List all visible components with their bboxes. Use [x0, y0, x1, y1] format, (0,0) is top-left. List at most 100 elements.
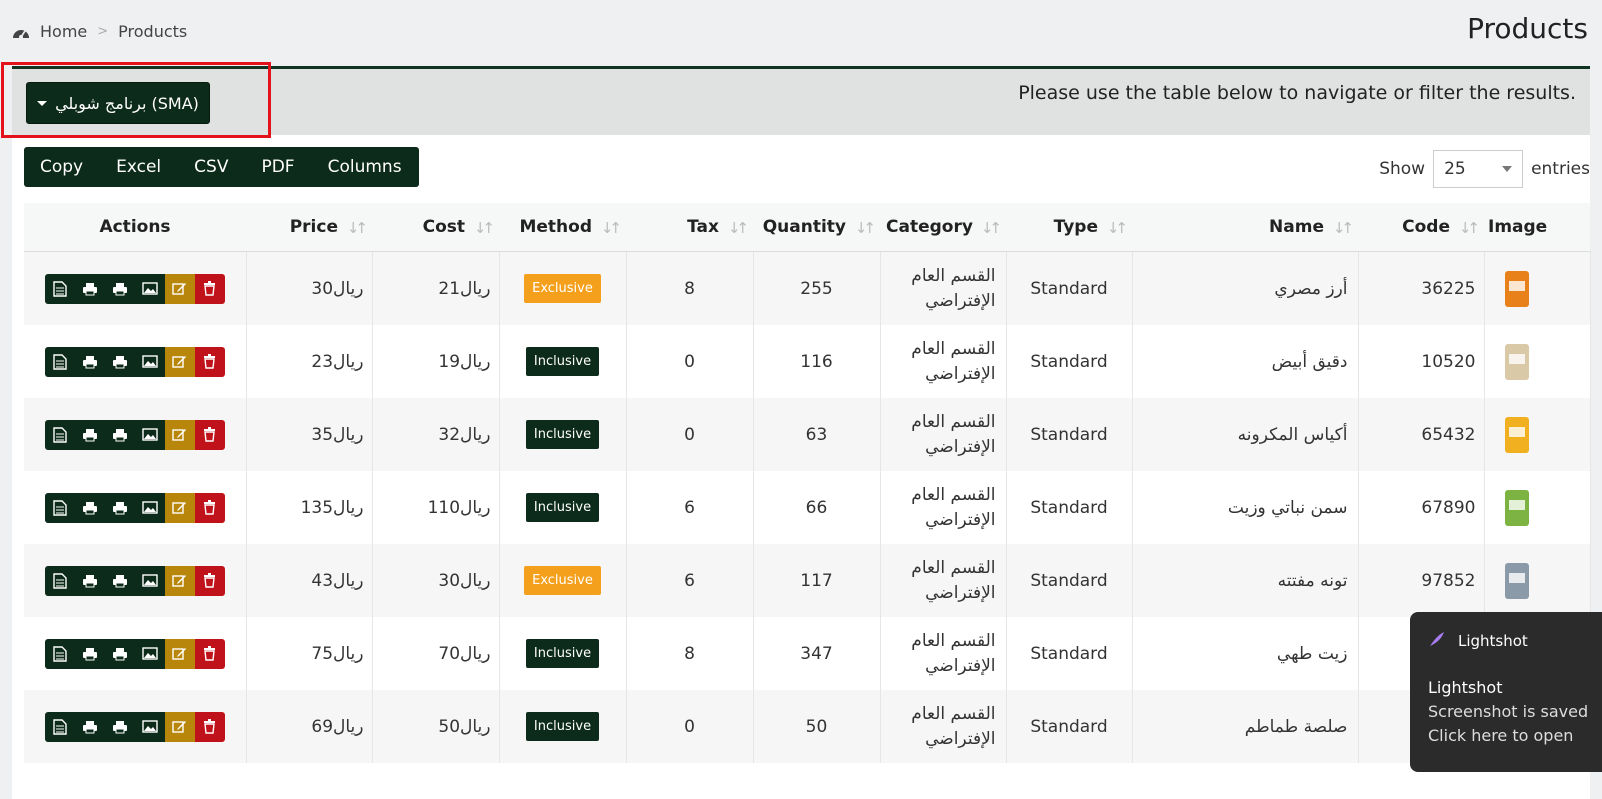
print-label-icon[interactable] — [104, 638, 135, 669]
print-label-icon[interactable] — [104, 346, 135, 377]
delete-icon[interactable] — [194, 638, 225, 669]
table-row[interactable]: 30ريال 21ريال Exclusive 8 255 القسم العا… — [24, 251, 1591, 325]
cost-cell: 21ريال — [372, 251, 500, 325]
lightshot-notification[interactable]: Lightshot Lightshot Screenshot is saved … — [1410, 612, 1602, 772]
print-barcode-icon[interactable] — [74, 638, 105, 669]
top-bar: Home > Products Products — [0, 0, 1602, 66]
tax-cell: 0 — [626, 690, 754, 763]
type-cell: Standard — [1006, 544, 1133, 617]
print-barcode-icon[interactable] — [74, 492, 105, 523]
table-row[interactable]: 135ريال 110ريال Inclusive 6 66 القسم الع… — [24, 471, 1591, 544]
sort-icon: ↓↑ — [980, 219, 1002, 237]
table-row[interactable]: 35ريال 32ريال Inclusive 0 63 القسم العام… — [24, 398, 1591, 471]
print-label-icon[interactable] — [104, 492, 135, 523]
col-code[interactable]: Code ↓↑ — [1358, 203, 1484, 252]
copy-button[interactable]: Copy — [24, 147, 100, 187]
details-icon[interactable] — [44, 273, 75, 304]
edit-icon[interactable] — [164, 565, 195, 596]
method-badge: Inclusive — [525, 420, 600, 449]
print-barcode-icon[interactable] — [74, 711, 105, 742]
delete-icon[interactable] — [194, 565, 225, 596]
page-length-select[interactable]: 25 — [1433, 150, 1524, 188]
edit-icon[interactable] — [164, 346, 195, 377]
image-icon[interactable] — [134, 711, 165, 742]
delete-icon[interactable] — [194, 419, 225, 450]
col-name[interactable]: Name ↓↑ — [1132, 203, 1358, 252]
csv-button[interactable]: CSV — [178, 147, 245, 187]
price-cell: 23ريال — [246, 325, 373, 398]
image-icon[interactable] — [134, 346, 165, 377]
table-row[interactable]: 23ريال 19ريال Inclusive 0 116 القسم العا… — [24, 325, 1591, 398]
details-icon[interactable] — [44, 419, 75, 450]
breadcrumb-home[interactable]: Home — [40, 22, 87, 41]
print-label-icon[interactable] — [104, 273, 135, 304]
table-row[interactable]: 69ريال 50ريال Inclusive 0 50 القسم العام… — [24, 690, 1591, 763]
cost-cell: 19ريال — [372, 325, 500, 398]
category-cell: القسم العام الإفتراضي — [880, 471, 1007, 544]
price-cell: 75ريال — [246, 617, 373, 690]
delete-icon[interactable] — [194, 273, 225, 304]
edit-icon[interactable] — [164, 273, 195, 304]
method-badge: Exclusive — [524, 566, 601, 595]
image-icon[interactable] — [134, 565, 165, 596]
table-row[interactable]: 43ريال 30ريال Exclusive 6 117 القسم العا… — [24, 544, 1591, 617]
product-thumbnail[interactable] — [1499, 484, 1535, 532]
cost-cell: 30ريال — [372, 544, 500, 617]
product-thumbnail[interactable] — [1499, 265, 1535, 313]
product-thumbnail[interactable] — [1499, 338, 1535, 386]
delete-icon[interactable] — [194, 711, 225, 742]
edit-icon[interactable] — [164, 638, 195, 669]
image-icon[interactable] — [134, 273, 165, 304]
delete-icon[interactable] — [194, 492, 225, 523]
print-barcode-icon[interactable] — [74, 565, 105, 596]
category-cell: القسم العام الإفتراضي — [880, 544, 1007, 617]
excel-button[interactable]: Excel — [100, 147, 178, 187]
col-tax[interactable]: Tax ↓↑ — [626, 203, 753, 252]
quantity-cell: 347 — [753, 617, 881, 690]
image-icon[interactable] — [134, 419, 165, 450]
price-cell: 35ريال — [246, 398, 373, 471]
table-header-row: Actions Price ↓↑ Cost ↓↑ Method ↓↑ Tax ↓↑ Qu… — [24, 203, 1590, 252]
print-label-icon[interactable] — [104, 419, 135, 450]
col-price[interactable]: Price ↓↑ — [246, 203, 372, 252]
col-method[interactable]: Method ↓↑ — [499, 203, 626, 252]
delete-icon[interactable] — [194, 346, 225, 377]
table-row[interactable]: 75ريال 70ريال Inclusive 8 347 القسم العا… — [24, 617, 1591, 690]
method-cell: Inclusive — [499, 471, 627, 544]
image-icon[interactable] — [134, 638, 165, 669]
page-title: Products — [1467, 12, 1588, 45]
image-cell — [1484, 398, 1591, 471]
details-icon[interactable] — [44, 492, 75, 523]
action-buttons — [44, 711, 225, 742]
print-barcode-icon[interactable] — [74, 419, 105, 450]
columns-button[interactable]: Columns — [312, 147, 419, 187]
quantity-cell: 66 — [753, 471, 881, 544]
details-icon[interactable] — [44, 346, 75, 377]
product-thumbnail[interactable] — [1499, 557, 1535, 605]
page-length-control: Show 25 entries — [1379, 150, 1590, 188]
products-table: Actions Price ↓↑ Cost ↓↑ Method ↓↑ Tax ↓↑ Qu… — [24, 203, 1591, 763]
pdf-button[interactable]: PDF — [245, 147, 311, 187]
print-barcode-icon[interactable] — [74, 273, 105, 304]
details-icon[interactable] — [44, 711, 75, 742]
type-cell: Standard — [1006, 617, 1133, 690]
method-cell: Exclusive — [499, 251, 627, 325]
name-cell: دقيق أبيض — [1132, 325, 1359, 398]
details-icon[interactable] — [44, 565, 75, 596]
method-badge: Inclusive — [525, 347, 600, 376]
col-quantity[interactable]: Quantity ↓↑ — [753, 203, 880, 252]
image-icon[interactable] — [134, 492, 165, 523]
edit-icon[interactable] — [164, 492, 195, 523]
print-label-icon[interactable] — [104, 711, 135, 742]
details-icon[interactable] — [44, 638, 75, 669]
print-label-icon[interactable] — [104, 565, 135, 596]
action-buttons — [44, 346, 225, 377]
print-barcode-icon[interactable] — [74, 346, 105, 377]
edit-icon[interactable] — [164, 711, 195, 742]
products-panel: Please use the table below to navigate o… — [12, 66, 1591, 799]
edit-icon[interactable] — [164, 419, 195, 450]
col-category[interactable]: Category ↓↑ — [880, 203, 1006, 252]
col-cost[interactable]: Cost ↓↑ — [372, 203, 499, 252]
product-thumbnail[interactable] — [1499, 411, 1535, 459]
col-type[interactable]: Type ↓↑ — [1006, 203, 1132, 252]
